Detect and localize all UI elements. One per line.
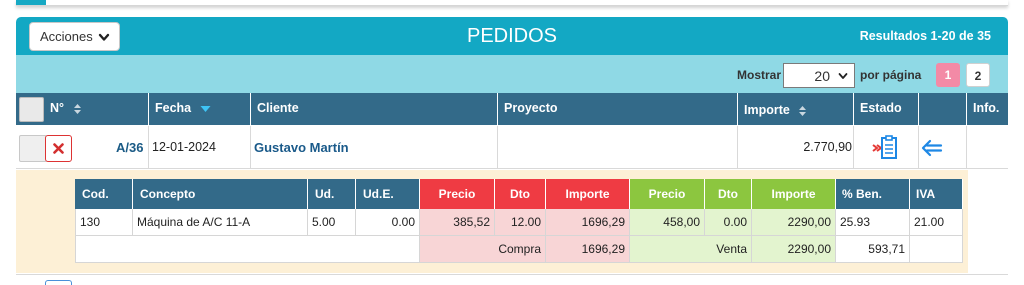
delete-button[interactable] (45, 135, 72, 162)
column-estado-label: Estado (860, 101, 902, 115)
top-strip (16, 0, 1008, 6)
actions-button[interactable]: Acciones (29, 22, 120, 51)
column-estado[interactable]: Estado (853, 93, 918, 125)
column-info-label: Info. (973, 101, 1000, 115)
pagination-bar: Mostrar 20 por página 1 2 (16, 55, 1008, 93)
order-amount: 2.770,90 (803, 140, 852, 154)
detail-col-importe-venta: Importe (752, 179, 836, 209)
detail-cod: 130 (75, 209, 133, 236)
detail-totals-iva-blank (910, 236, 963, 263)
detail-iva: 21.00 (910, 209, 963, 236)
clipboard-icon[interactable] (871, 134, 901, 162)
detail-ud: 5.00 (308, 209, 356, 236)
panel-header: Acciones PEDIDOS Resultados 1-20 de 35 (16, 17, 1008, 55)
detail-ben: 25.93 (836, 209, 910, 236)
detail-col-cod: Cod. (75, 179, 133, 209)
detail-precio-venta: 458,00 (630, 209, 705, 236)
chevron-down-icon (838, 72, 848, 79)
close-icon (53, 143, 64, 154)
column-importe[interactable]: Importe (737, 93, 853, 125)
actions-label: Acciones (40, 29, 93, 44)
chevron-down-icon (98, 33, 109, 41)
order-number[interactable]: A/36 (116, 126, 143, 169)
column-cliente[interactable]: Cliente (250, 93, 497, 125)
detail-ude: 0.00 (356, 209, 420, 236)
column-num-label: N° (50, 101, 65, 115)
sort-icon (73, 103, 81, 114)
detail-dto-compra: 12.00 (495, 209, 546, 236)
detail-col-concepto: Concepto (133, 179, 308, 209)
detail-importe-compra: 1696,29 (546, 209, 630, 236)
detail-col-ude: Ud.E. (356, 179, 420, 209)
column-importe-label: Importe (744, 103, 790, 117)
per-page-value: 20 (814, 67, 830, 84)
detail-beneficio: 593,71 (836, 236, 910, 263)
column-fecha-label: Fecha (155, 101, 192, 115)
sort-icon (799, 105, 807, 116)
order-date: 12-01-2024 (152, 140, 216, 154)
detail-col-importe-compra: Importe (546, 179, 630, 209)
per-page-select[interactable]: 20 (783, 63, 855, 88)
table-row[interactable] (16, 274, 1008, 285)
detail-col-dto-venta: Dto (705, 179, 752, 209)
column-cliente-label: Cliente (257, 101, 299, 115)
column-fecha[interactable]: Fecha (148, 93, 250, 125)
table-row[interactable]: A/36 12-01-2024 Gustavo Martín 2.770,90 (16, 126, 1008, 169)
detail-compra-total: 1696,29 (546, 236, 630, 263)
detail-venta-total: 2290,00 (752, 236, 836, 263)
order-detail-panel: Cod. Concepto Ud. Ud.E. Precio Dto Impor… (16, 170, 968, 273)
per-page-suffix: por página (860, 68, 922, 82)
sort-desc-icon (200, 105, 211, 112)
detail-concepto: Máquina de A/C 11-A (133, 209, 308, 236)
show-label: Mostrar (737, 68, 782, 82)
detail-col-dto-compra: Dto (495, 179, 546, 209)
detail-col-iva: IVA (910, 179, 963, 209)
detail-col-precio-compra: Precio (420, 179, 495, 209)
info-cell (966, 126, 1008, 169)
detail-col-precio-venta: Precio (630, 179, 705, 209)
detail-venta-label: Venta (630, 236, 752, 263)
active-tab-marker (16, 0, 46, 5)
page-button-2[interactable]: 2 (966, 63, 990, 87)
results-count: Resultados 1-20 de 35 (859, 29, 991, 43)
proyecto-cell (497, 126, 737, 169)
row-action-button[interactable] (45, 280, 72, 285)
orders-panel: Acciones PEDIDOS Resultados 1-20 de 35 M… (16, 17, 1008, 285)
column-actions (918, 93, 966, 125)
column-proyecto-label: Proyecto (504, 101, 558, 115)
column-proyecto[interactable]: Proyecto (497, 93, 737, 125)
detail-compra-label: Compra (420, 236, 546, 263)
detail-dto-venta: 0.00 (705, 209, 752, 236)
arrow-left-icon[interactable] (920, 137, 944, 159)
detail-precio-compra: 385,52 (420, 209, 495, 236)
detail-col-ben: % Ben. (836, 179, 910, 209)
page-button-1[interactable]: 1 (936, 63, 960, 87)
detail-col-ud: Ud. (308, 179, 356, 209)
row-checkbox[interactable] (19, 135, 47, 162)
column-info[interactable]: Info. (966, 93, 1008, 125)
detail-importe-venta: 2290,00 (752, 209, 836, 236)
column-num[interactable]: N° (44, 93, 148, 125)
select-all-checkbox[interactable] (19, 97, 44, 122)
table-header: N° Fecha Cliente Proyecto Importe Estado (16, 93, 1008, 125)
client-link[interactable]: Gustavo Martín (254, 126, 349, 169)
detail-totals-blank (75, 236, 420, 263)
